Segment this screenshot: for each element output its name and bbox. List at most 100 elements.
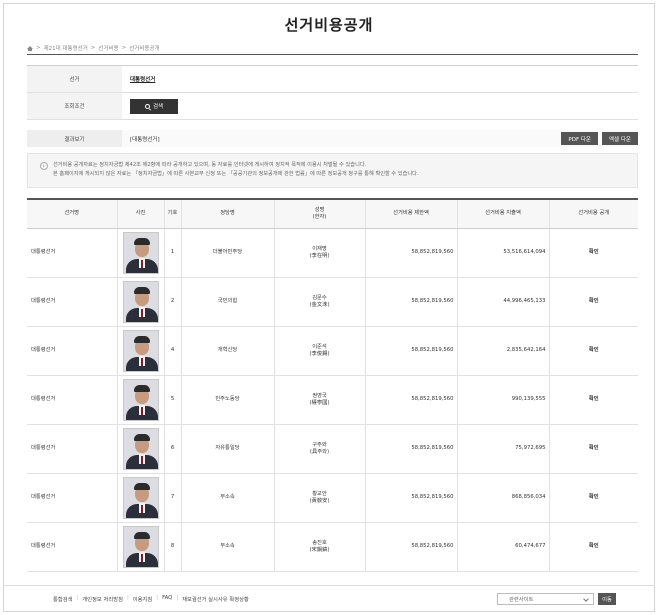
cell-number: 4 bbox=[163, 326, 181, 376]
result-value: [대통령선거] bbox=[130, 136, 160, 143]
disclose-link[interactable]: 확인 bbox=[548, 375, 638, 425]
candidate-photo bbox=[122, 476, 159, 519]
cell-photo bbox=[116, 424, 164, 474]
cell-photo bbox=[116, 375, 164, 425]
cell-party: 무소속 bbox=[180, 522, 274, 572]
cell-photo bbox=[116, 228, 164, 278]
notice-box: 선거비용 공개자료는 정치자금법 제42조 제2항에 따라 공개하고 있으며, … bbox=[27, 153, 638, 188]
col-party: 정당명 bbox=[180, 198, 274, 229]
cell-election: 대통령선거 bbox=[27, 277, 117, 327]
disclose-link[interactable]: 확인 bbox=[548, 424, 638, 474]
table-row: 대통령선거 5 민주노동당 권영국 (權寧國) 58,852,819,560 99… bbox=[27, 375, 638, 425]
cell-spent: 868,856,034 bbox=[456, 473, 549, 523]
disclose-link[interactable]: 확인 bbox=[548, 522, 638, 572]
candidate-photo bbox=[122, 427, 159, 470]
candidate-photo bbox=[122, 231, 159, 274]
cell-number: 5 bbox=[163, 375, 181, 425]
cell-party: 무소속 bbox=[180, 473, 274, 523]
cost-table: 선거명 사진 기호 정당명 성명 (한자) 선거비용 제한액 선거비용 지출액 선… bbox=[27, 198, 638, 572]
cell-spent: 990,139,555 bbox=[456, 375, 549, 425]
footer-link-privacy[interactable]: 개인정보 처리방침 bbox=[82, 595, 123, 603]
cell-photo bbox=[116, 522, 164, 572]
col-photo: 사진 bbox=[116, 198, 164, 229]
table-row: 대통령선거 6 자유통일당 구주와 (具주와) 58,852,819,560 75… bbox=[27, 424, 638, 474]
footer-link-faq[interactable]: FAQ bbox=[162, 595, 172, 603]
cell-spent: 60,474,677 bbox=[456, 522, 549, 572]
col-limit: 선거비용 제한액 bbox=[364, 198, 457, 229]
cell-party: 국민의힘 bbox=[180, 277, 274, 327]
cell-party: 민주노동당 bbox=[180, 375, 274, 425]
footer-link-search[interactable]: 통합검색 bbox=[53, 595, 73, 603]
table-header-row: 선거명 사진 기호 정당명 성명 (한자) 선거비용 제한액 선거비용 지출액 선… bbox=[27, 198, 638, 229]
table-row: 대통령선거 1 더불어민주당 이재명 (李在明) 58,852,819,560 5… bbox=[27, 228, 638, 278]
election-label: 선거 bbox=[27, 66, 122, 92]
cell-election: 대통령선거 bbox=[27, 228, 117, 278]
cell-number: 7 bbox=[163, 473, 181, 523]
cell-name: 황교안 (黃敎安) bbox=[273, 473, 365, 523]
cell-number: 6 bbox=[163, 424, 181, 474]
breadcrumb-item-election[interactable]: 제21대 대통령선거 bbox=[44, 44, 88, 52]
candidate-photo bbox=[122, 378, 159, 421]
cell-photo bbox=[116, 473, 164, 523]
table-row: 대통령선거 2 국민의힘 김문수 (金文洙) 58,852,819,560 44,… bbox=[27, 277, 638, 327]
cell-spent: 44,996,465,133 bbox=[456, 277, 549, 327]
search-button[interactable]: 검색 bbox=[130, 98, 178, 114]
related-site-select[interactable]: 관련사이트 bbox=[497, 593, 594, 605]
result-label: 결과보기 bbox=[27, 130, 122, 147]
cell-election: 대통령선거 bbox=[27, 375, 117, 425]
election-row: 선거 대통령선거 bbox=[27, 66, 638, 93]
footer: 통합검색 | 개인정보 처리방침 | 이용지침 | FAQ | 재보궐선거 실시… bbox=[3, 585, 655, 612]
cell-name: 송진호 (宋鎭鎬) bbox=[273, 522, 365, 572]
cell-spent: 53,516,614,094 bbox=[456, 228, 549, 278]
chevron-down-icon bbox=[583, 596, 589, 602]
cell-spent: 2,835,642,164 bbox=[456, 326, 549, 376]
search-icon bbox=[144, 103, 150, 109]
candidate-photo bbox=[122, 280, 159, 323]
cell-limit: 58,852,819,560 bbox=[364, 473, 457, 523]
col-name: 성명 (한자) bbox=[273, 198, 365, 229]
col-number: 기호 bbox=[163, 198, 181, 229]
cell-election: 대통령선거 bbox=[27, 522, 117, 572]
disclose-link[interactable]: 확인 bbox=[548, 326, 638, 376]
excel-download-button[interactable]: 엑셀 다운 bbox=[602, 132, 638, 145]
footer-links: 통합검색 | 개인정보 처리방침 | 이용지침 | FAQ | 재보궐선거 실시… bbox=[53, 595, 249, 603]
cell-limit: 58,852,819,560 bbox=[364, 522, 457, 572]
cell-name: 구주와 (具주와) bbox=[273, 424, 365, 474]
home-icon[interactable] bbox=[27, 45, 33, 51]
cell-limit: 58,852,819,560 bbox=[364, 228, 457, 278]
breadcrumb-item-cost[interactable]: 선거비용 bbox=[98, 44, 118, 52]
cell-limit: 58,852,819,560 bbox=[364, 424, 457, 474]
disclose-link[interactable]: 확인 bbox=[548, 473, 638, 523]
cell-photo bbox=[116, 277, 164, 327]
col-election: 선거명 bbox=[27, 198, 117, 229]
cell-election: 대통령선거 bbox=[27, 473, 117, 523]
search-button-label: 검색 bbox=[152, 104, 164, 110]
cell-party: 개혁신당 bbox=[180, 326, 274, 376]
footer-link-terms[interactable]: 이용지침 bbox=[133, 595, 153, 603]
cell-limit: 58,852,819,560 bbox=[364, 277, 457, 327]
cell-photo bbox=[116, 326, 164, 376]
info-icon bbox=[40, 162, 48, 170]
cell-election: 대통령선거 bbox=[27, 326, 117, 376]
cell-number: 2 bbox=[163, 277, 181, 327]
go-button[interactable]: 이동 bbox=[598, 593, 616, 605]
cell-spent: 75,972,695 bbox=[456, 424, 549, 474]
disclose-link[interactable]: 확인 bbox=[548, 277, 638, 327]
pdf-download-button[interactable]: PDF 다운 bbox=[561, 132, 598, 145]
col-disclose: 선거비용 공개 bbox=[548, 198, 638, 229]
footer-link-byelection[interactable]: 재보궐선거 실시사유 확정상황 bbox=[182, 595, 249, 603]
search-form: 선거 대통령선거 조회조건 검색 bbox=[27, 65, 638, 120]
breadcrumb-item-current[interactable]: 선거비용공개 bbox=[129, 44, 159, 52]
cell-name: 김문수 (金文洙) bbox=[273, 277, 365, 327]
election-selected-value[interactable]: 대통령선거 bbox=[130, 75, 155, 83]
breadcrumb: > 제21대 대통령선거 > 선거비용 > 선거비용공개 bbox=[27, 44, 160, 52]
condition-label: 조회조건 bbox=[27, 93, 122, 119]
candidate-photo bbox=[122, 525, 159, 568]
page-title: 선거비용공개 bbox=[284, 16, 374, 34]
cell-party: 자유통일당 bbox=[180, 424, 274, 474]
cell-number: 1 bbox=[163, 228, 181, 278]
disclose-link[interactable]: 확인 bbox=[548, 228, 638, 278]
result-bar: 결과보기 [대통령선거] PDF 다운 엑셀 다운 bbox=[27, 130, 638, 147]
notice-line-1: 선거비용 공개자료는 정치자금법 제42조 제2항에 따라 공개하고 있으며, … bbox=[53, 162, 367, 168]
breadcrumb-divider bbox=[27, 54, 638, 55]
